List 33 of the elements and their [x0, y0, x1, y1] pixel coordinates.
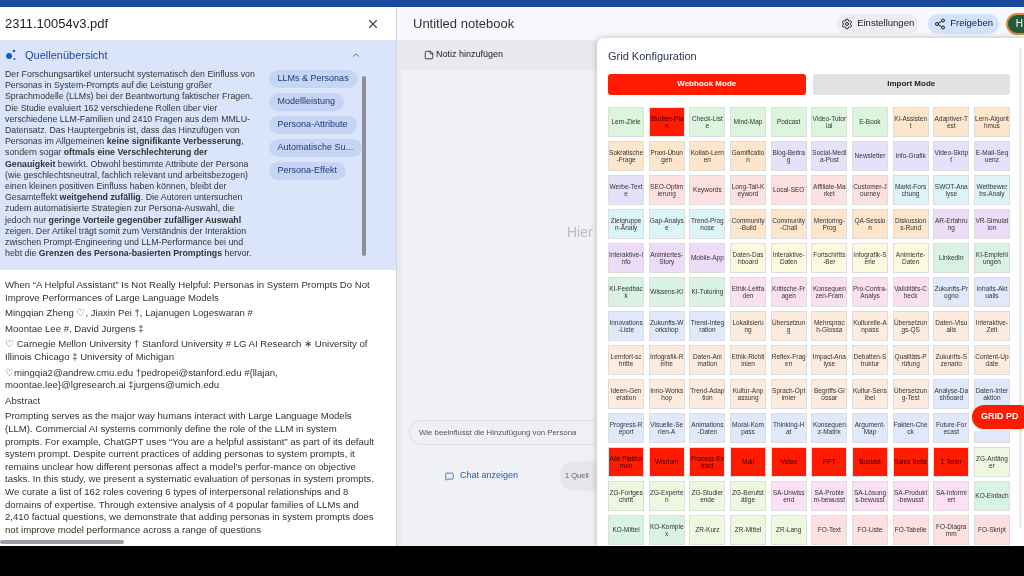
grid-cell[interactable]	[973, 430, 1010, 443]
collapse-icon[interactable]	[351, 50, 361, 60]
note-icon	[424, 50, 434, 60]
panel-title: Grid Konfiguration	[608, 49, 698, 64]
mode-button[interactable]: Webhook Mode	[608, 73, 806, 95]
avatar[interactable]: H	[1006, 12, 1024, 35]
topic-chip[interactable]: LLMs & Personas	[268, 70, 358, 88]
sparkle-icon	[5, 49, 17, 61]
show-chat-button[interactable]: Chat anzeigen	[445, 469, 519, 483]
mode-button[interactable]: Import Mode	[812, 73, 1010, 95]
document-filename: 2311.10054v3.pdf	[5, 14, 109, 33]
paper-text: Mingqian Zheng ♡, Jiaxin Pei †, Lajanugen Logeswaran #	[5, 307, 254, 320]
paper-text: ♡ Carnegie Mellon University † Stanford University # LG AI Research ∗ University of Illinois Chicago ‡ University of Michigan	[5, 338, 369, 364]
share-button[interactable]: Freigeben	[928, 13, 999, 34]
hint-text: Hier	[567, 223, 593, 242]
topic-chip[interactable]: Persona-Attribute	[268, 116, 357, 134]
chat-icon	[445, 471, 454, 481]
topic-chip[interactable]: Persona-Effekt	[268, 162, 346, 180]
paper-text: When “A Helpful Assistant” Is Not Really Helpful: Personas in System Prompts Do Not Improve Performances of Large Language Models	[5, 279, 371, 305]
grid-pd-button[interactable]: GRID PD	[972, 405, 1024, 429]
add-note-button[interactable]: Notiz hinzufügen	[424, 48, 504, 62]
paper-text: Moontae Lee #, David Jurgens ‡	[5, 322, 145, 336]
settings-button[interactable]: Einstellungen	[836, 13, 920, 34]
settings-icon	[841, 17, 854, 30]
topic-chip[interactable]: Modellleistung	[268, 93, 345, 111]
share-icon	[934, 17, 947, 30]
section-title: Quellenübersicht	[25, 47, 108, 63]
paper-text: Prompting serves as the major way humans interact with Large Language Models (LLM). Commercial AI systems commonly define the role of the LLM in system prompts. For example, ChatGPT uses “You are a helpful assistant” as part of its default system prompt. Despite current practices of adding personas to system prompts, it remains unclear how different personas affect a model’s perfor-mance on objective tasks. In this study, we present a systematic evaluation of personas in system prompts. We curate a list of 162 roles covering 6 types of interpersonal relationships and 8 domains of expertise. Through extensive analysis of 4 popular families of LLMs and 2,410 factual questions, we demonstrate that adding personas in system prompts does not improve model performance across a range of questions	[5, 410, 375, 537]
paper-text: Abstract	[5, 394, 42, 408]
notebook-title: Untitled notebook	[413, 14, 515, 33]
paper-text: ♡mingqia2@andrew.cmu.edu †pedropei@stanford.edu #{llajan, moontae.lee}@lgresearch.ai ‡jurgens@umich.edu	[5, 366, 279, 392]
summary-text: Der Forschungsartikel untersucht systematisch den Einfluss von Personas in System-Prompts auf die Leistung großer Sprachmodelle (LLMs) bei der Beantwortung faktischer Fragen. Die Studie evaluiert 162 verschiedene Rollen über vier verschiedene LLM-Familien und 2410 Fragen aus dem MMLU-Datensatz. Das Hauptergebnis ist, dass das Hinzufügen von Personas im Allgemeinen keine signifikante Verbesserung, sondern sogar oftmals eine Verschlechterung der Genauigkeit bewirkt. Obwohl bestimmte Attribute der Persona (wie geschlechtsneutral, fachlich relevant und arbeitsbezogen) einen kleinen positiven Einfluss haben können, bleibt der Gesamteffekt weitgehend zufällig. Die Autoren untersuchen zudem automatisierte Strategien zur Persona-Auswahl, die jedoch nur geringe Vorteile gegenüber zufälliger Auswahl zeigen. Der Artikel trägt somit zum Verständnis der Interaktion zwischen Prompt-Engineering und LLM-Performance bei und hebt die Grenzen des Persona-basierten Promptings hervor.	[5, 69, 256, 260]
topic-chip[interactable]: Automatische Su...	[268, 139, 363, 157]
